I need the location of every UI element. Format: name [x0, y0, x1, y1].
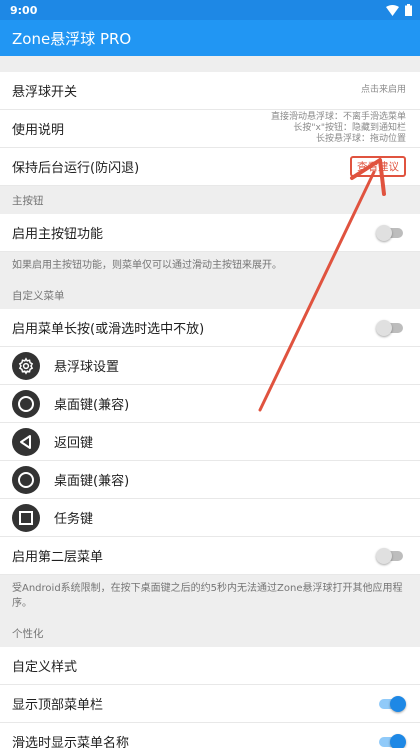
show-names-toggle[interactable]	[376, 733, 406, 748]
menu-item-home-compat[interactable]: 桌面键(兼容)	[0, 385, 420, 423]
section-personalization: 个性化	[0, 619, 420, 647]
menu-item-label: 桌面键(兼容)	[54, 398, 130, 413]
show-names-label: 滑选时显示菜单名称	[12, 736, 130, 748]
float-switch-hint: 点击来启用	[360, 85, 406, 95]
section-main-button: 主按钮	[0, 186, 420, 214]
instructions-hint-line: 直接滑动悬浮球：不离手滑选菜单	[270, 112, 406, 122]
second-layer-label: 启用第二层菜单	[12, 550, 104, 565]
app-title: Zone悬浮球 PRO	[12, 29, 132, 48]
show-top-menu-toggle[interactable]	[376, 695, 406, 712]
back-triangle-icon	[12, 427, 40, 456]
instructions-row[interactable]: 使用说明 直接滑动悬浮球：不离手滑选菜单 长按"x"按钮：隐藏到通知栏 长按悬浮…	[0, 110, 420, 148]
section-custom-menu: 自定义菜单	[0, 281, 420, 309]
menu-item-back[interactable]: 返回键	[0, 423, 420, 461]
status-time: 9:00	[10, 3, 38, 17]
show-names-row[interactable]: 滑选时显示菜单名称	[0, 723, 420, 748]
menu-item-recents[interactable]: 任务键	[0, 499, 420, 537]
menu-long-press-row[interactable]: 启用菜单长按(或滑选时选中不放)	[0, 309, 420, 347]
circle-icon	[12, 465, 40, 494]
enable-main-button-row[interactable]: 启用主按钮功能	[0, 214, 420, 252]
gear-icon	[12, 351, 40, 380]
circle-icon	[12, 389, 40, 418]
float-switch-row[interactable]: 悬浮球开关 点击来启用	[0, 72, 420, 110]
second-layer-toggle[interactable]	[376, 547, 406, 564]
top-spacer	[0, 56, 420, 72]
menu-item-label: 悬浮球设置	[54, 360, 120, 375]
instructions-label: 使用说明	[12, 123, 65, 138]
enable-main-button-toggle[interactable]	[376, 224, 406, 241]
app-bar: Zone悬浮球 PRO	[0, 20, 420, 56]
keep-alive-label: 保持后台运行(防闪退)	[12, 161, 140, 176]
main-button-note: 如果启用主按钮功能，则菜单仅可以通过滑动主按钮来展开。	[0, 252, 420, 281]
menu-long-press-label: 启用菜单长按(或滑选时选中不放)	[12, 322, 205, 337]
menu-item-home-compat-2[interactable]: 桌面键(兼容)	[0, 461, 420, 499]
second-layer-row[interactable]: 启用第二层菜单	[0, 537, 420, 575]
menu-item-label: 桌面键(兼容)	[54, 474, 130, 489]
instructions-hint-line: 长按悬浮球：拖动位置	[315, 134, 406, 144]
status-bar: 9:00	[0, 0, 420, 20]
custom-style-row[interactable]: 自定义样式	[0, 647, 420, 685]
instructions-hint-line: 长按"x"按钮：隐藏到通知栏	[293, 123, 406, 133]
float-switch-label: 悬浮球开关	[12, 85, 78, 100]
show-top-menu-label: 显示顶部菜单栏	[12, 698, 104, 713]
menu-long-press-toggle[interactable]	[376, 319, 406, 336]
keep-alive-row[interactable]: 保持后台运行(防闪退) 查看建议	[0, 148, 420, 186]
show-top-menu-row[interactable]: 显示顶部菜单栏	[0, 685, 420, 723]
custom-style-label: 自定义样式	[12, 660, 78, 675]
menu-item-float-settings[interactable]: 悬浮球设置	[0, 347, 420, 385]
menu-item-label: 任务键	[54, 512, 94, 527]
enable-main-button-label: 启用主按钮功能	[12, 227, 104, 242]
system-limit-note: 受Android系统限制，在按下桌面键之后的约5秒内无法通过Zone悬浮球打开其…	[0, 575, 420, 619]
wifi-icon	[386, 4, 399, 16]
square-icon	[12, 503, 40, 532]
battery-icon	[405, 4, 412, 16]
instructions-hint: 直接滑动悬浮球：不离手滑选菜单 长按"x"按钮：隐藏到通知栏 长按悬浮球：拖动位…	[271, 112, 406, 145]
view-suggestions-button[interactable]: 查看建议	[350, 156, 406, 177]
menu-item-label: 返回键	[54, 436, 94, 451]
